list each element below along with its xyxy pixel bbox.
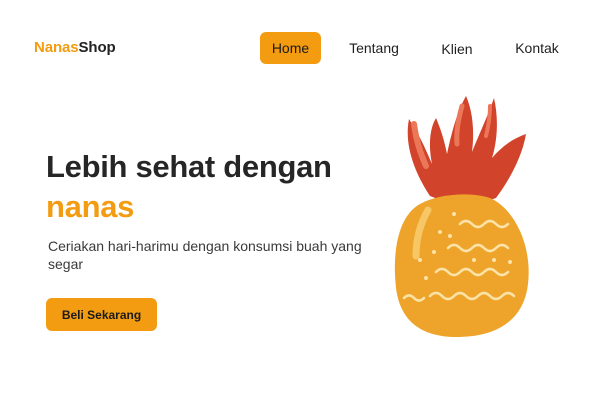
nav-item-klien[interactable]: Klien bbox=[439, 33, 475, 65]
buy-now-button[interactable]: Beli Sekarang bbox=[46, 298, 157, 331]
hero-title: Lebih sehat dengan nanas bbox=[46, 147, 332, 227]
main-nav: Home Tentang Klien Kontak bbox=[0, 32, 600, 64]
nav-item-kontak[interactable]: Kontak bbox=[512, 32, 562, 64]
pineapple-icon bbox=[390, 92, 540, 342]
nav-item-tentang[interactable]: Tentang bbox=[345, 32, 403, 64]
hero-title-line1: Lebih sehat dengan bbox=[46, 149, 332, 184]
nav-item-home[interactable]: Home bbox=[260, 32, 321, 64]
hero-title-highlight: nanas bbox=[46, 189, 135, 224]
hero-subtitle: Ceriakan hari-harimu dengan konsumsi bua… bbox=[48, 238, 362, 272]
